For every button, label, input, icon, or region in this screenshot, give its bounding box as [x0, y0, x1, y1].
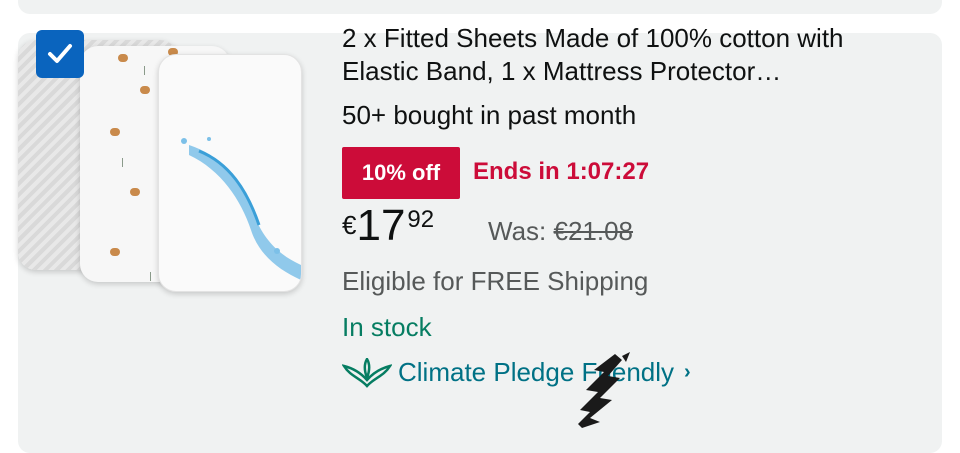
was-value: €21.08 [553, 216, 634, 246]
select-checkbox[interactable] [36, 30, 84, 78]
climate-pledge-icon [342, 357, 392, 388]
previous-product-card [18, 0, 942, 14]
stock-status: In stock [342, 312, 432, 342]
was-label: Was: [488, 216, 554, 246]
bought-count: 50+ bought in past month [342, 100, 637, 130]
scribble-mark [578, 352, 630, 428]
water-splash-icon [181, 137, 301, 280]
bear-print [130, 188, 140, 196]
product-title[interactable]: 2 x Fitted Sheets Made of 100% cotton wi… [342, 22, 922, 88]
shipping-eligibility: Eligible for FREE Shipping [342, 266, 649, 296]
price-currency: € [342, 210, 357, 240]
checkmark-icon [48, 44, 72, 63]
leaf-print [122, 158, 123, 167]
price: € 17 92 [342, 204, 434, 248]
deal-countdown: Ends in 1:07:27 [473, 158, 650, 185]
leaf-print [144, 66, 145, 75]
bear-print [140, 86, 150, 94]
chevron-right-icon: › [684, 361, 691, 383]
bear-print [110, 128, 120, 136]
was-price: Was: €21.08 [488, 216, 633, 247]
mattress-protector-image [158, 54, 302, 292]
price-fraction: 92 [407, 206, 435, 233]
price-whole: 17 [356, 201, 406, 250]
deal-badge: 10% off [342, 147, 460, 199]
leaf-print [150, 272, 151, 281]
bear-print [118, 54, 128, 62]
bear-print [110, 248, 120, 256]
